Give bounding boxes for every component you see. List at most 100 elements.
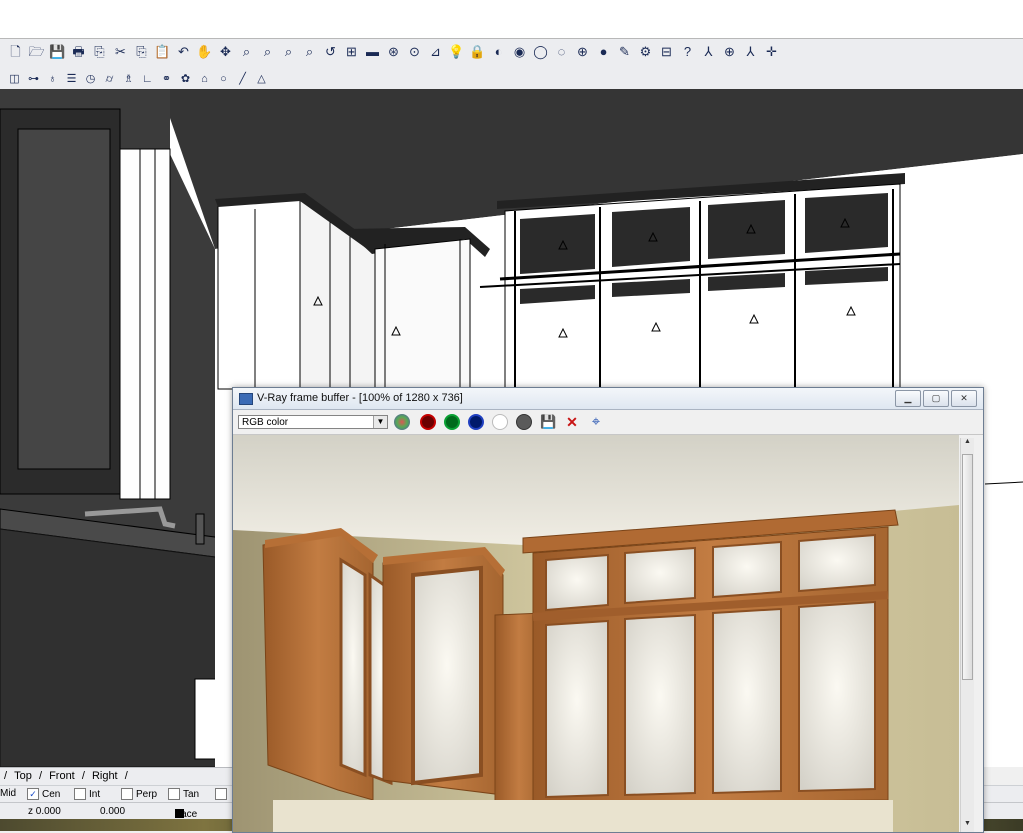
vray-title-bar[interactable]: V-Ray frame buffer - [100% of 1280 x 736…: [233, 388, 983, 410]
scroll-up-icon[interactable]: ▲: [961, 438, 974, 450]
material-sphere-icon[interactable]: ●: [594, 42, 613, 61]
track-mouse-icon[interactable]: ⌖: [588, 414, 604, 430]
maximize-button[interactable]: ▢: [923, 390, 949, 407]
scrollbar-thumb[interactable]: [962, 454, 973, 680]
pan-hand-icon[interactable]: ✋: [195, 42, 214, 61]
osnap-extra[interactable]: [215, 788, 227, 800]
osnap-extra-checkbox[interactable]: [215, 788, 227, 800]
list-icon[interactable]: ☰: [63, 72, 80, 87]
paint-icon[interactable]: ✎: [615, 42, 634, 61]
window-controls: ▁ ▢ ✕: [895, 390, 977, 407]
zoom-extents-icon[interactable]: ⌕: [279, 42, 298, 61]
light-icon[interactable]: 💡: [447, 42, 466, 61]
cplane-icon[interactable]: ⊕: [720, 42, 739, 61]
tab-front[interactable]: Front: [49, 768, 75, 785]
close-button[interactable]: ✕: [951, 390, 977, 407]
channel-select[interactable]: RGB color ▼: [238, 415, 388, 429]
zoom-selected-icon[interactable]: ⌕: [300, 42, 319, 61]
select-icon[interactable]: ⊙: [405, 42, 424, 61]
circle-icon[interactable]: ○: [215, 72, 232, 87]
osnap-mid[interactable]: Mid: [0, 788, 16, 799]
paste-icon[interactable]: 📋: [153, 42, 172, 61]
layer-icon[interactable]: ⊛: [384, 42, 403, 61]
car-icon[interactable]: ▬: [363, 42, 382, 61]
box-edit-icon[interactable]: ◫: [6, 72, 23, 87]
osnap-mid-label: Mid: [0, 788, 17, 799]
zoom-icon[interactable]: ⌕: [237, 42, 256, 61]
undo-view-icon[interactable]: ↺: [321, 42, 340, 61]
osnap-perp-label: Perp: [136, 788, 158, 800]
viewport-tabs: / Top / Front / Right /: [0, 767, 232, 786]
osnap-int[interactable]: Int: [74, 788, 100, 800]
undo-icon[interactable]: ↶: [174, 42, 193, 61]
green-channel-icon[interactable]: [444, 414, 460, 430]
zoom-window-icon[interactable]: ⌕: [258, 42, 277, 61]
save-image-icon[interactable]: 💾: [540, 414, 556, 430]
main-toolbar: 🗋 🗁 💾 🖶 ⎘ ✂ ⎘ 📋 ↶ ✋ ✥ ⌕ ⌕ ⌕ ⌕ ↺ ⊞ ▬ ⊛ ⊙ ⊿ 💡 🔒 ◐ ◉ ◯ ◌ ⊕ ● ✎ ⚙ ⊟? ⅄ ⊕ ⅄ ✛: [0, 39, 1023, 70]
channel-mix-icon[interactable]: [394, 414, 410, 430]
clear-image-icon[interactable]: ✕: [564, 414, 580, 430]
vray-gear-icon[interactable]: ⚙: [636, 42, 655, 61]
properties-icon[interactable]: ⊿: [426, 42, 445, 61]
lock-icon[interactable]: 🔒: [468, 42, 487, 61]
minimize-button[interactable]: ▁: [895, 390, 921, 407]
osnap-tan[interactable]: Tan: [168, 788, 199, 800]
vray-toolbar: RGB color ▼ 💾 ✕ ⌖: [233, 410, 983, 435]
vray-window-title: V-Ray frame buffer - [100% of 1280 x 736…: [257, 392, 463, 404]
copy-icon[interactable]: ⎘: [132, 42, 151, 61]
clock-icon[interactable]: ◷: [82, 72, 99, 87]
vray-options-icon[interactable]: ⊟: [657, 42, 676, 61]
tab-top[interactable]: Top: [14, 768, 32, 785]
save-icon[interactable]: 💾: [48, 42, 67, 61]
lamp-icon[interactable]: ♁: [44, 72, 61, 87]
help-icon[interactable]: ?: [678, 42, 697, 61]
vertical-scrollbar[interactable]: ▲ ▼: [960, 438, 974, 832]
osnap-int-checkbox[interactable]: [74, 788, 86, 800]
axes-icon[interactable]: ⅄: [699, 42, 718, 61]
secondary-toolbar: ◫ ⊶ ♁ ☰ ◷ ⌭ ♗ ∟ ⚭ ✿ ⌂ ○ ╱ △: [0, 69, 1023, 90]
explode-icon[interactable]: ✿: [177, 72, 194, 87]
home-icon[interactable]: ⌂: [196, 72, 213, 87]
osnap-cen-checkbox[interactable]: ✓: [27, 788, 39, 800]
rotate-view-icon[interactable]: ✥: [216, 42, 235, 61]
print-icon[interactable]: 🖶: [69, 42, 88, 61]
chevron-down-icon: ▼: [373, 416, 387, 428]
top-menu-strip: [0, 0, 1023, 39]
secondary-toolbar-icons: ◫ ⊶ ♁ ☰ ◷ ⌭ ♗ ∟ ⚭ ✿ ⌂ ○ ╱ △: [6, 72, 270, 87]
join-icon[interactable]: ⊶: [25, 72, 42, 87]
z-coordinate: z 0.000: [28, 806, 61, 817]
blue-channel-icon[interactable]: [468, 414, 484, 430]
osnap-cen-label: Cen: [42, 788, 61, 800]
mono-icon[interactable]: [516, 414, 532, 430]
cylinder-icon[interactable]: ⌭: [101, 72, 118, 87]
polygon-icon[interactable]: △: [253, 72, 270, 87]
shaded-icon[interactable]: ◐: [489, 42, 508, 61]
import-icon[interactable]: ⎘: [90, 42, 109, 61]
ghosted-icon[interactable]: ◯: [531, 42, 550, 61]
vray-frame-buffer-window[interactable]: V-Ray frame buffer - [100% of 1280 x 736…: [232, 387, 984, 833]
scroll-down-icon[interactable]: ▼: [961, 820, 974, 832]
vray-window-icon: [239, 393, 253, 405]
osnap-tan-checkbox[interactable]: [168, 788, 180, 800]
person-icon[interactable]: ♗: [120, 72, 137, 87]
tab-right[interactable]: Right: [92, 768, 118, 785]
angle-icon[interactable]: ∟: [139, 72, 156, 87]
rendered-icon[interactable]: ◉: [510, 42, 529, 61]
cut-icon[interactable]: ✂: [111, 42, 130, 61]
gumball-icon[interactable]: ⅄: [741, 42, 760, 61]
open-folder-icon[interactable]: 🗁: [27, 42, 46, 61]
line-icon[interactable]: ╱: [234, 72, 251, 87]
osnap-perp[interactable]: Perp: [121, 788, 157, 800]
osnap-perp-checkbox[interactable]: [121, 788, 133, 800]
group-icon[interactable]: ⚭: [158, 72, 175, 87]
alpha-channel-icon[interactable]: [492, 414, 508, 430]
new-file-icon[interactable]: 🗋: [6, 42, 25, 61]
osnap-cen[interactable]: ✓ Cen: [27, 788, 60, 800]
red-channel-icon[interactable]: [420, 414, 436, 430]
main-toolbar-icons: 🗋 🗁 💾 🖶 ⎘ ✂ ⎘ 📋 ↶ ✋ ✥ ⌕ ⌕ ⌕ ⌕ ↺ ⊞ ▬ ⊛ ⊙ ⊿ 💡 🔒 ◐ ◉ ◯ ◌ ⊕ ● ✎ ⚙ ⊟? ⅄ ⊕ ⅄ ✛: [6, 42, 781, 61]
four-views-icon[interactable]: ⊞: [342, 42, 361, 61]
render-icon[interactable]: ⊕: [573, 42, 592, 61]
osnap-icon[interactable]: ✛: [762, 42, 781, 61]
osnap-tan-label: Tan: [183, 788, 200, 800]
xray-icon[interactable]: ◌: [552, 42, 571, 61]
